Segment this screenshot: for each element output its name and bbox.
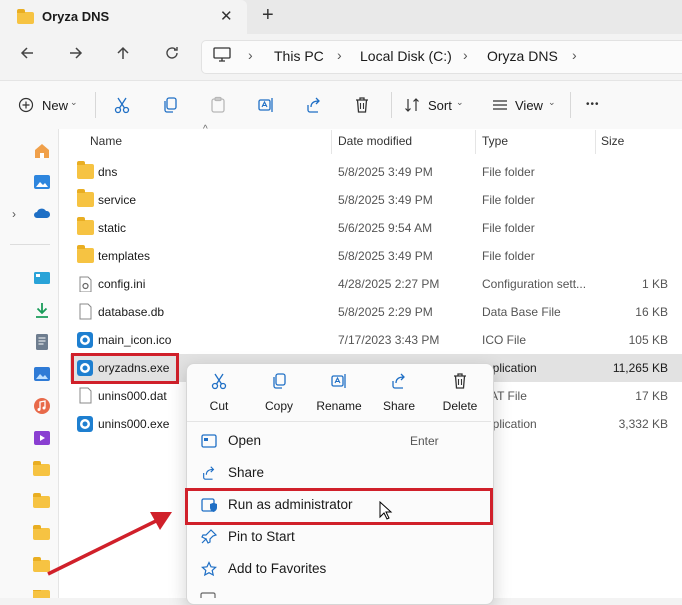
annotation-arrow [47,512,172,576]
